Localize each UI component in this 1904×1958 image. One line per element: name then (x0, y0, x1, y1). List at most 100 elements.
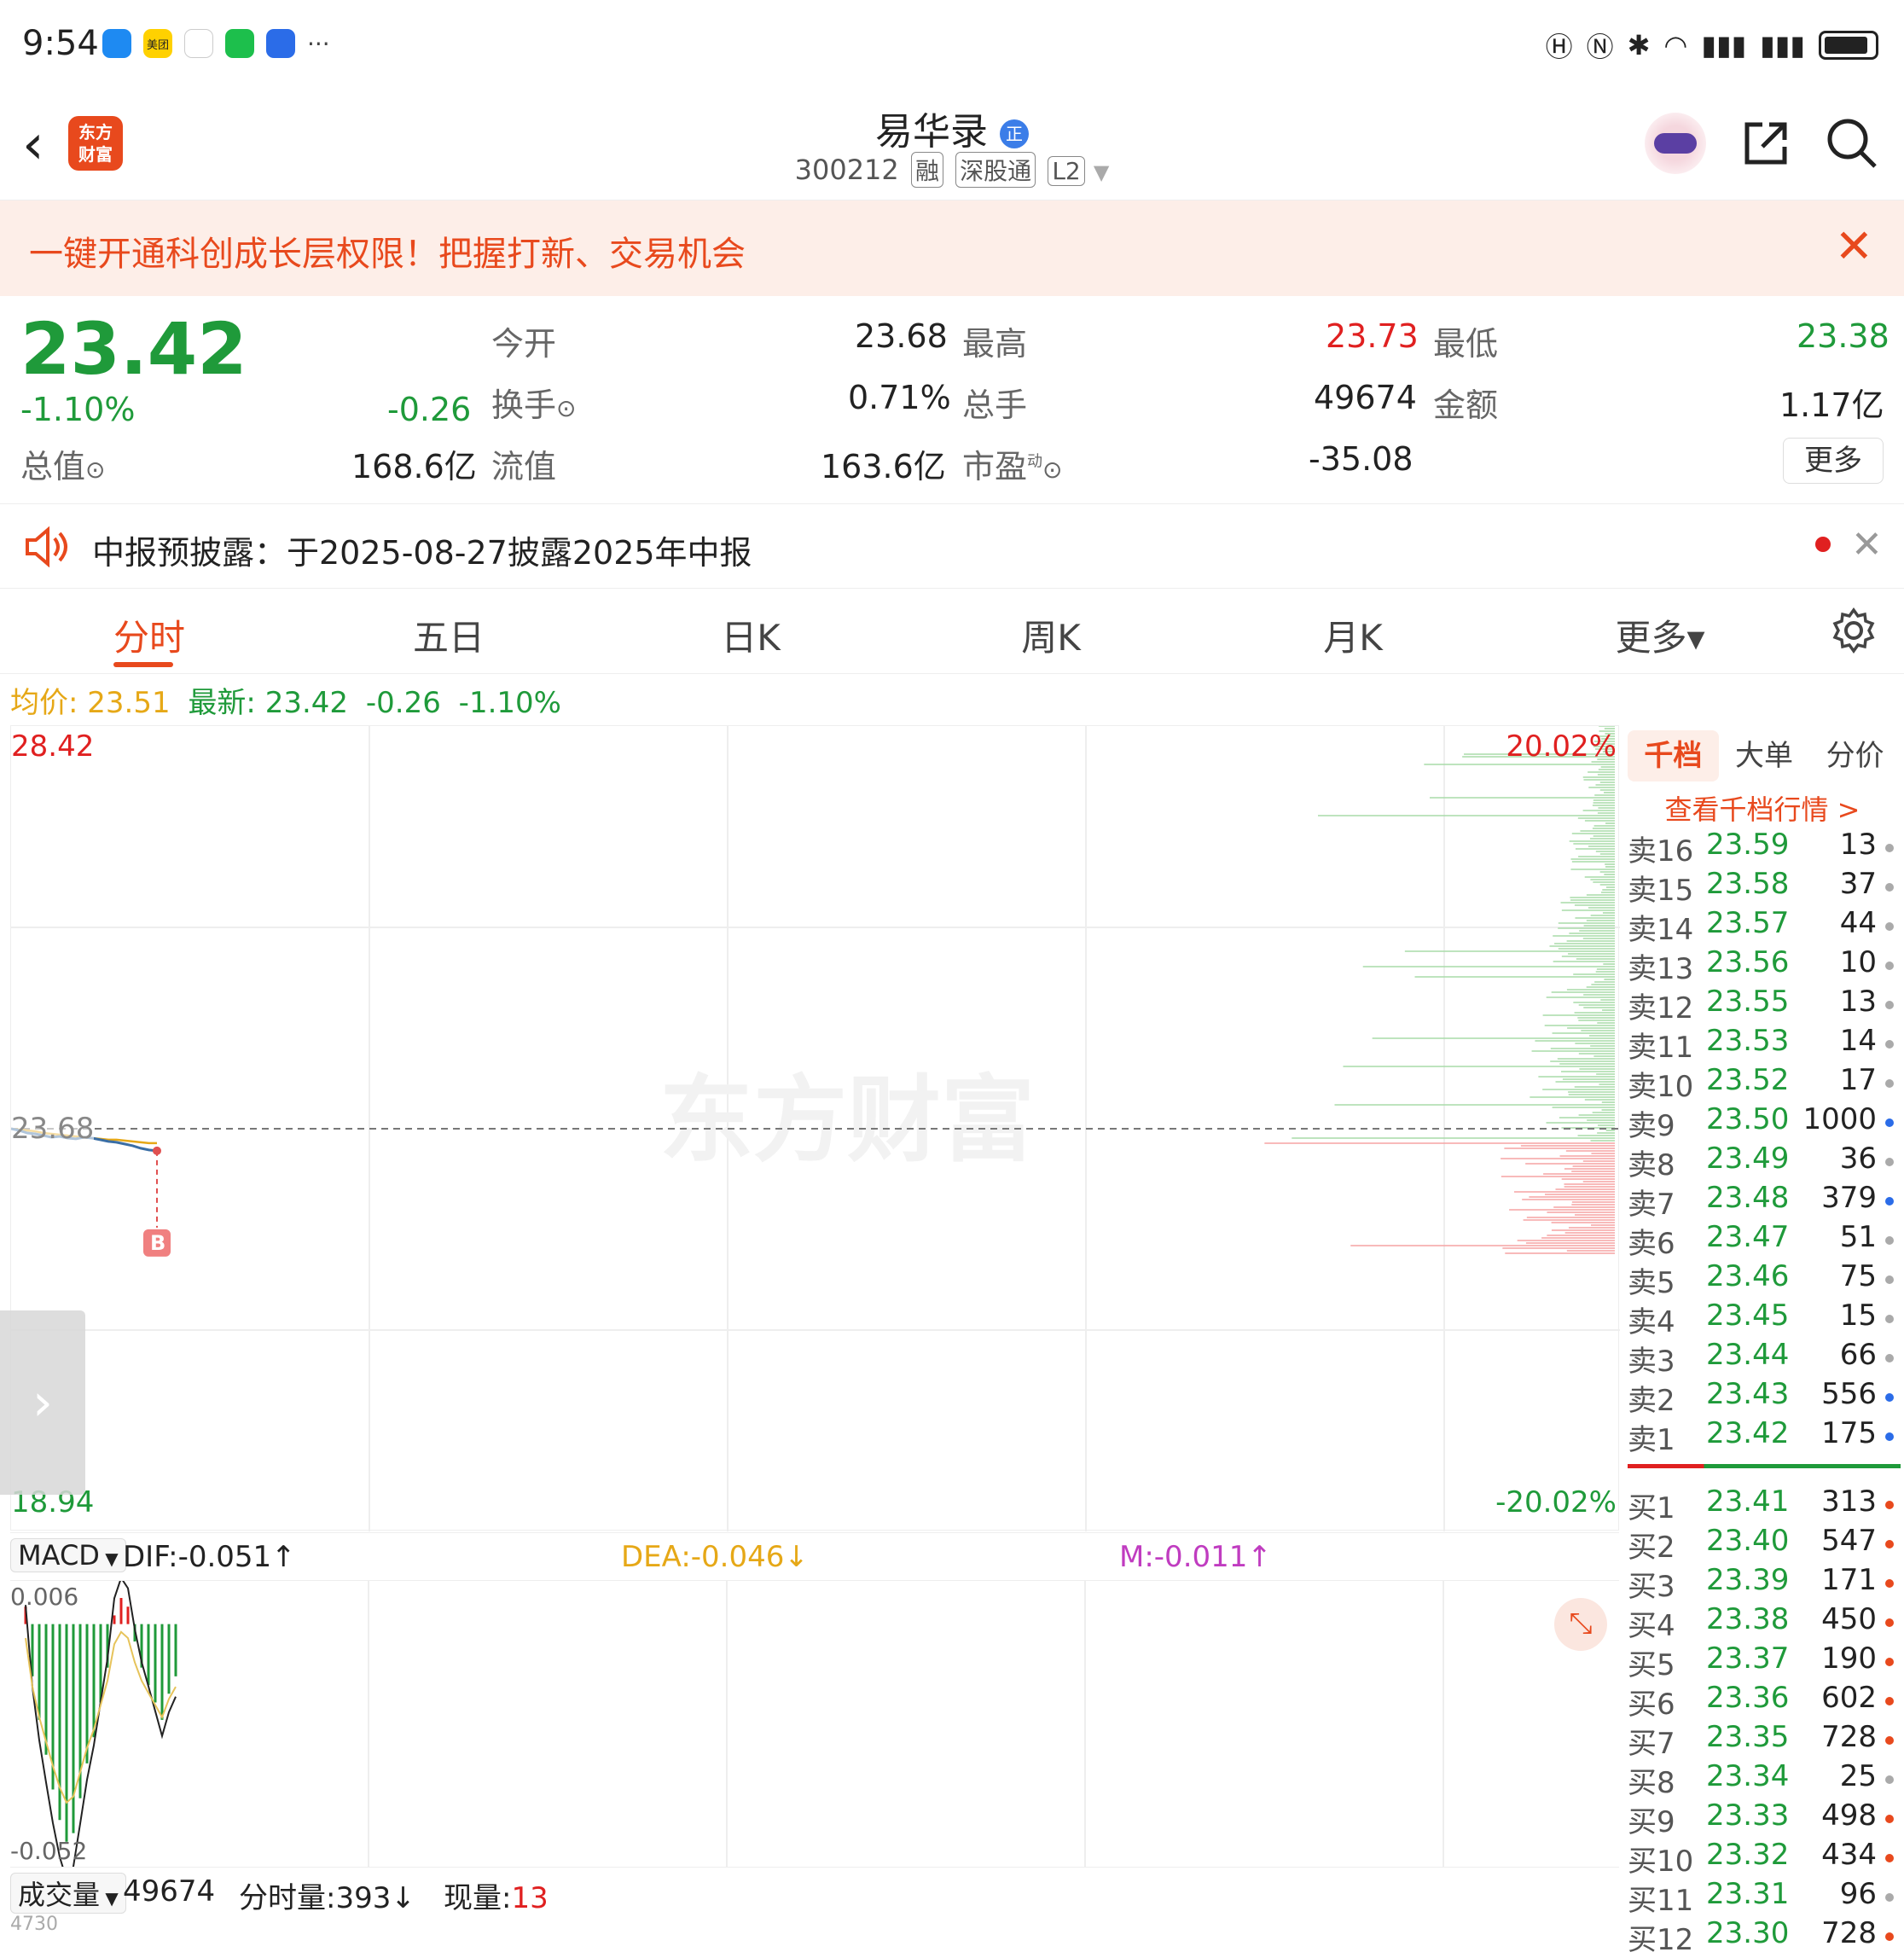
tab-intraday[interactable]: 分时 (64, 609, 235, 661)
ask-row[interactable]: 卖1 23.42 175 (1628, 1416, 1901, 1457)
ask-row[interactable]: 卖3 23.44 66 (1628, 1338, 1901, 1379)
settings-gear-icon[interactable] (1831, 607, 1877, 654)
ask-row[interactable]: 卖8 23.49 36 (1628, 1142, 1901, 1182)
change-pct: -1.10% (20, 391, 136, 428)
turnover-label: 换手⊙ (491, 386, 577, 424)
ask-row[interactable]: 卖9 23.50 1000 (1628, 1102, 1901, 1143)
fullscreen-expand-icon[interactable]: ⤡ (1554, 1598, 1607, 1651)
promo-banner[interactable]: 一键开通科创成长层权限！把握打新、交易机会 ✕ (0, 200, 1904, 296)
buy-marker[interactable]: B (143, 1229, 171, 1257)
back-icon[interactable]: ‹ (22, 118, 44, 172)
search-icon[interactable] (1826, 117, 1878, 170)
volume-indicator-select[interactable]: 成交量 ▼ (10, 1873, 126, 1914)
ask-row[interactable]: 卖13 23.56 10 (1628, 945, 1901, 986)
bid-row[interactable]: 买1 23.41 313 (1628, 1484, 1901, 1525)
tab-level-1000[interactable]: 千档 (1628, 730, 1719, 781)
level-label: 卖14 (1628, 913, 1694, 947)
bid-row[interactable]: 买6 23.36 602 (1628, 1681, 1901, 1722)
bid-row[interactable]: 买4 23.38 450 (1628, 1602, 1901, 1643)
tab-price-distribution[interactable]: 分价 (1809, 730, 1901, 781)
level-label: 买5 (1628, 1648, 1675, 1682)
level-label: 卖2 (1628, 1384, 1675, 1418)
tab-big-orders[interactable]: 大单 (1719, 730, 1810, 781)
tab-five-day[interactable]: 五日 (363, 609, 534, 661)
ask-row[interactable]: 卖10 23.52 17 (1628, 1063, 1901, 1104)
banner-close-icon[interactable]: ✕ (1835, 219, 1873, 273)
mktcap-label: 总值⊙ (20, 448, 106, 485)
level-price: 23.49 (1706, 1142, 1790, 1176)
level-dot (1885, 1393, 1894, 1402)
level-label: 买2 (1628, 1531, 1675, 1565)
tab-more[interactable]: 更多▾ (1575, 609, 1745, 661)
stock-code-row[interactable]: 300212 融 深股通 L2 ▼ (0, 152, 1904, 188)
level-volume: 14 (1839, 1024, 1877, 1058)
y-axis-top: 28.42 (11, 729, 95, 764)
ask-row[interactable]: 卖16 23.59 13 (1628, 828, 1901, 869)
bid-row[interactable]: 买7 23.35 728 (1628, 1720, 1901, 1761)
flower-app-icon (184, 29, 213, 58)
level-price: 23.45 (1706, 1299, 1790, 1333)
notice-close-icon[interactable]: ✕ (1851, 523, 1883, 566)
level-price: 23.58 (1706, 867, 1790, 901)
tab-monthly-k[interactable]: 月K (1268, 609, 1438, 661)
more-notifications-icon: ··· (307, 29, 330, 58)
ask-row[interactable]: 卖12 23.55 13 (1628, 985, 1901, 1025)
ask-row[interactable]: 卖11 23.53 14 (1628, 1024, 1901, 1065)
ask-row[interactable]: 卖14 23.57 44 (1628, 906, 1901, 947)
ask-row[interactable]: 卖7 23.48 379 (1628, 1181, 1901, 1222)
macd-chart[interactable]: 0.006 -0.052 ⤡ (10, 1576, 1619, 1882)
hd-icon: Ⓗ (1545, 31, 1573, 63)
bid-row[interactable]: 买11 23.31 96 (1628, 1877, 1901, 1918)
expand-panel-handle[interactable]: › (0, 1310, 85, 1495)
assistant-robot-icon[interactable] (1645, 113, 1706, 174)
last-price: 23.42 (20, 307, 247, 391)
stock-name: 易华录 (875, 110, 988, 154)
latest-value: 23.42 (264, 686, 349, 720)
indicator-select[interactable]: MACD ▼ (10, 1538, 126, 1572)
avg-label: 均价: (10, 686, 78, 720)
bid-row[interactable]: 买10 23.32 434 (1628, 1838, 1901, 1879)
info-icon[interactable]: ⊙ (1042, 456, 1062, 484)
status-bar: 9:54 美团 ··· Ⓗ Ⓝ ✱ ◠ ▮▮▮ ▮▮▮ (0, 0, 1904, 94)
ask-row[interactable]: 卖2 23.43 556 (1628, 1377, 1901, 1418)
level-label: 买9 (1628, 1805, 1675, 1839)
bid-row[interactable]: 买3 23.39 171 (1628, 1563, 1901, 1604)
notice-bar[interactable]: 中报预披露：于2025-08-27披露2025年中报 ✕ (0, 503, 1904, 589)
orderbook-divider (1628, 1464, 1901, 1468)
bid-row[interactable]: 买2 23.40 547 (1628, 1524, 1901, 1565)
share-icon[interactable] (1740, 118, 1791, 169)
low-label: 最低 (1433, 325, 1499, 363)
bid-row[interactable]: 买12 23.30 728 (1628, 1916, 1901, 1957)
ask-row[interactable]: 卖5 23.46 75 (1628, 1259, 1901, 1300)
level-label: 买8 (1628, 1766, 1675, 1800)
level-price: 23.56 (1706, 945, 1790, 979)
ask-row[interactable]: 卖6 23.47 51 (1628, 1220, 1901, 1261)
info-icon[interactable]: ⊙ (85, 456, 105, 484)
level-volume: 728 (1821, 1720, 1877, 1754)
tab-weekly-k[interactable]: 周K (966, 609, 1136, 661)
bid-row[interactable]: 买9 23.33 498 (1628, 1798, 1901, 1839)
intraday-chart[interactable]: 东方财富 B 28.42 18.94 20.02% -20.02% 23.68 (10, 725, 1620, 1531)
pct-axis-top: 20.02% (1506, 729, 1617, 764)
ask-row[interactable]: 卖15 23.58 37 (1628, 867, 1901, 908)
level-price: 23.41 (1706, 1484, 1790, 1519)
level-price: 23.30 (1706, 1916, 1790, 1950)
app-logo[interactable]: 东方 财富 (68, 116, 123, 171)
tab-daily-k[interactable]: 日K (665, 609, 836, 661)
level-price: 23.53 (1706, 1024, 1790, 1058)
bid-row[interactable]: 买5 23.37 190 (1628, 1641, 1901, 1682)
macd-dif-line (25, 1576, 177, 1882)
dropdown-arrow-icon[interactable]: ▼ (1094, 160, 1109, 184)
view-level-1000-link[interactable]: 查看千档行情 > (1621, 788, 1904, 828)
more-quote-button[interactable]: 更多 (1783, 438, 1884, 484)
level-dot (1885, 1854, 1894, 1862)
level-label: 卖4 (1628, 1305, 1675, 1339)
info-icon[interactable]: ⊙ (556, 394, 576, 422)
bid-row[interactable]: 买8 23.34 25 (1628, 1759, 1901, 1800)
level-volume: 498 (1821, 1798, 1877, 1833)
status-time: 9:54 (22, 24, 99, 63)
low-value: 23.38 (1797, 317, 1889, 355)
level-volume: 51 (1839, 1220, 1877, 1254)
macd-legend: MACD ▼ DIF:-0.051↑ DEA:-0.046↓ M:-0.011↑ (10, 1532, 1619, 1580)
ask-row[interactable]: 卖4 23.45 15 (1628, 1299, 1901, 1339)
